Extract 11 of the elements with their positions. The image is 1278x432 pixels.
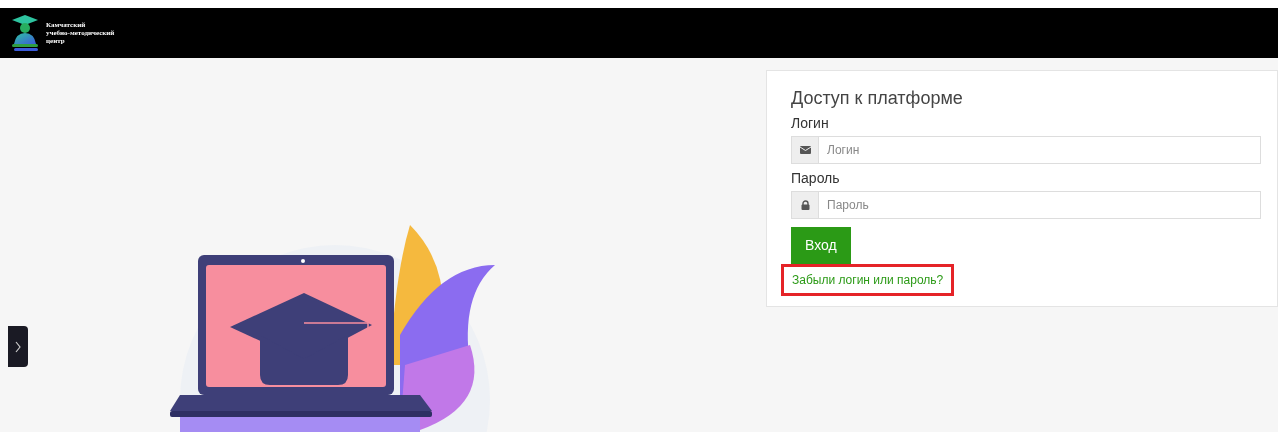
- field-label: Логин: [791, 114, 830, 133]
- login-title: Доступ к платформе: [791, 87, 964, 109]
- password-field[interactable]: Пароль: [819, 191, 1261, 219]
- forgot-password-link[interactable]: Забыли логин или пароль?: [781, 264, 955, 296]
- field-label: Пароль: [791, 169, 841, 188]
- login-button[interactable]: Вход: [791, 227, 851, 264]
- envelope-icon: [799, 146, 811, 154]
- sidebar-toggle-button[interactable]: [8, 326, 28, 367]
- login-field[interactable]: Логин: [819, 136, 1261, 164]
- lock-icon: [800, 200, 810, 210]
- chevron-right-icon: [15, 340, 21, 353]
